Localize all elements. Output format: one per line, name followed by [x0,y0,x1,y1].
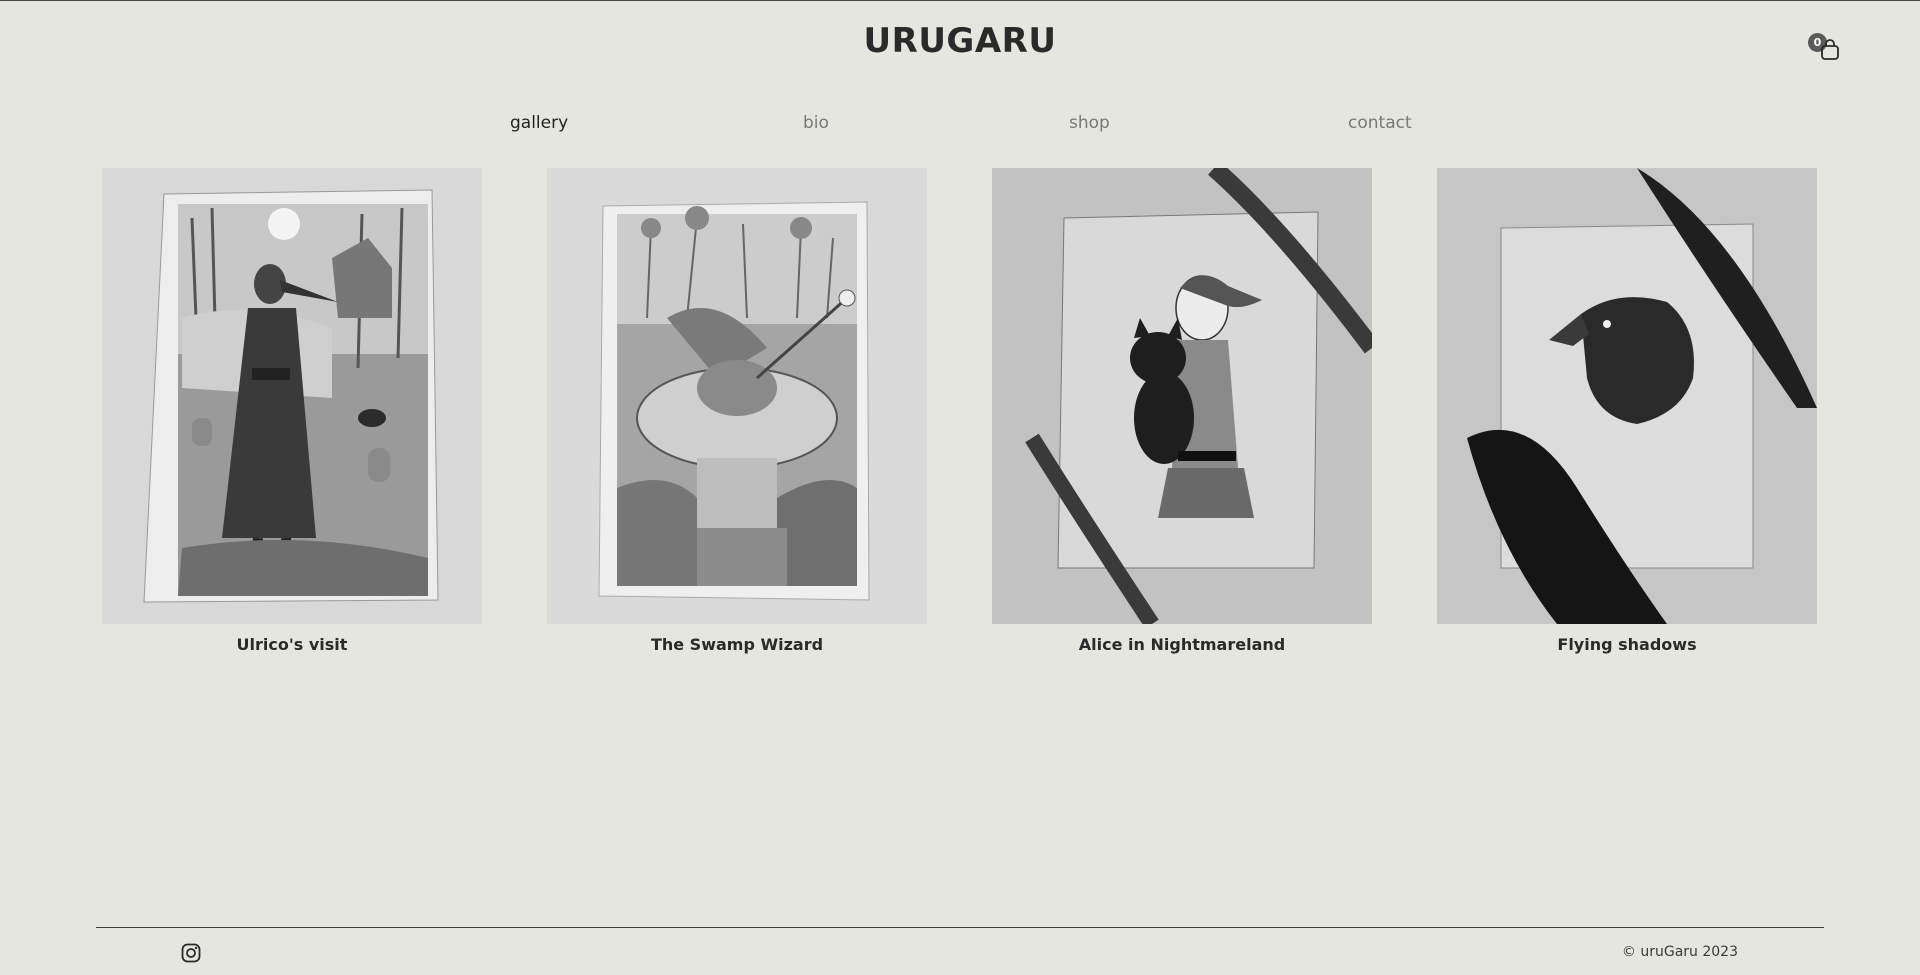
main-nav: gallery bio shop contact [0,113,1920,137]
artwork-title[interactable]: Flying shadows [1437,635,1817,654]
nav-bio[interactable]: bio [803,113,829,133]
footer-divider [96,927,1824,928]
artwork-title[interactable]: Ulrico's visit [102,635,482,654]
artwork-image[interactable] [547,168,927,624]
artwork-image[interactable] [992,168,1372,624]
artwork-image[interactable] [102,168,482,624]
artwork-image[interactable] [1437,168,1817,624]
gallery-item[interactable]: Flying shadows [1437,168,1817,654]
gallery-item[interactable]: The Swamp Wizard [547,168,927,654]
instagram-icon[interactable] [181,943,201,963]
nav-gallery[interactable]: gallery [510,113,568,133]
cart-button[interactable]: 0 [1806,31,1842,67]
artwork-title[interactable]: Alice in Nightmareland [992,635,1372,654]
nav-contact[interactable]: contact [1348,113,1412,133]
site-title[interactable]: URUGARU [0,21,1920,61]
nav-shop[interactable]: shop [1069,113,1110,133]
copyright-text: © uruGaru 2023 [1621,944,1738,960]
artwork-title[interactable]: The Swamp Wizard [547,635,927,654]
gallery-item[interactable]: Alice in Nightmareland [992,168,1372,654]
shopping-bag-icon [1821,39,1839,60]
gallery-item[interactable]: Ulrico's visit [102,168,482,654]
